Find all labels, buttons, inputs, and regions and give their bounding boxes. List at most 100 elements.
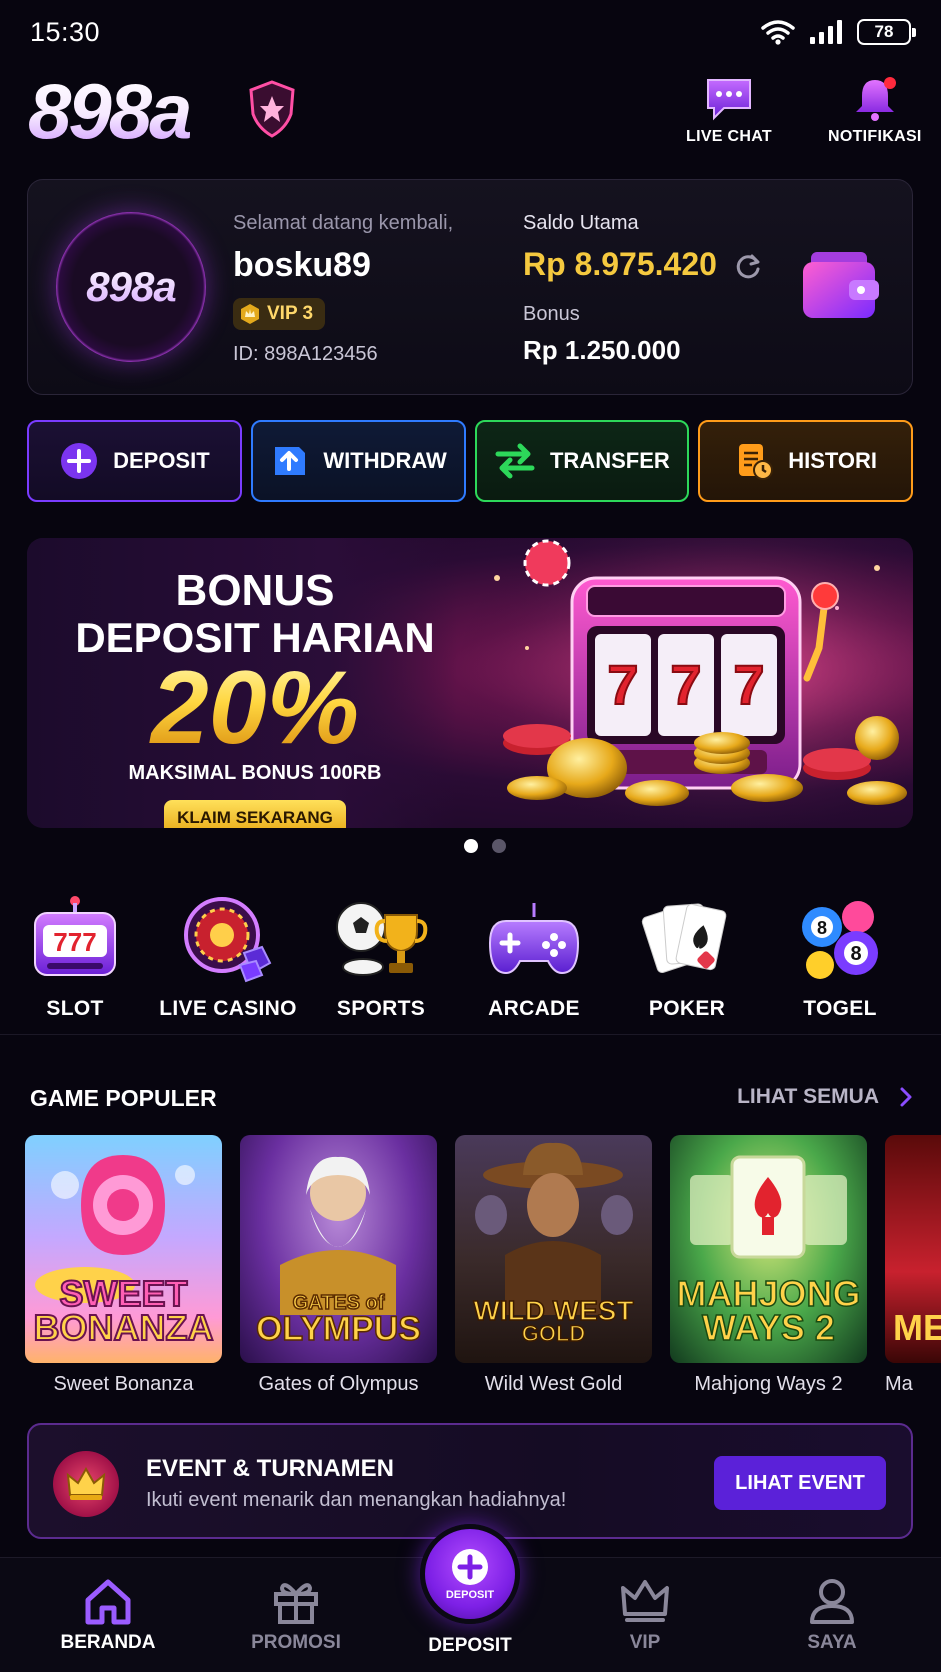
nav-home-label: BERANDA xyxy=(60,1632,156,1653)
banner-percent: 20% xyxy=(27,656,483,760)
withdraw-icon xyxy=(275,447,306,475)
promo-banner[interactable]: 7 7 7 BONUS DEPOSIT HARIAN 20% MAKSIMAL … xyxy=(27,538,913,828)
refresh-icon[interactable] xyxy=(733,252,763,282)
category-poker[interactable]: POKER xyxy=(612,895,762,1021)
game-card-partial[interactable]: ME Ma xyxy=(885,1135,941,1395)
battery-level: 78 xyxy=(874,22,894,41)
game-logo-line2: GOLD xyxy=(521,1321,586,1347)
gamepad-icon xyxy=(488,903,580,975)
nav-profile[interactable]: SAYA xyxy=(762,1576,902,1654)
user-id: ID: 898A123456 xyxy=(233,343,378,365)
vip-shield-icon xyxy=(249,80,295,138)
transfer-arrows-icon xyxy=(495,443,535,479)
svg-text:8: 8 xyxy=(817,918,827,938)
svg-text:7: 7 xyxy=(607,653,638,716)
game-logo: MAHJONG WAYS 2 xyxy=(670,1274,867,1346)
category-sports-label: SPORTS xyxy=(336,997,426,1020)
soccer-trophy-icon xyxy=(336,902,428,976)
crown-icon xyxy=(66,1467,106,1500)
gift-icon xyxy=(274,1583,318,1624)
game-name: Gates of Olympus xyxy=(258,1373,419,1395)
game-card-wild-west-gold[interactable]: WILD WEST GOLD Wild West Gold xyxy=(455,1135,652,1395)
status-icons: 78 xyxy=(761,19,916,45)
history-label: HISTORI xyxy=(788,448,878,473)
game-thumbnail: ME xyxy=(885,1135,941,1363)
plus-icon xyxy=(452,1549,488,1585)
section-title-popular: GAME POPULER xyxy=(30,1085,217,1111)
category-arcade-label: ARCADE xyxy=(488,997,580,1020)
game-logo-line2: OLYMPUS xyxy=(255,1309,422,1348)
game-card-sweet-bonanza[interactable]: SWEET BONANZA Sweet Bonanza xyxy=(25,1135,222,1395)
deposit-label: DEPOSIT xyxy=(113,448,210,473)
bell-icon xyxy=(855,77,896,121)
svg-text:777: 777 xyxy=(53,927,96,957)
game-card-mahjong-ways-2[interactable]: MAHJONG WAYS 2 Mahjong Ways 2 xyxy=(670,1135,867,1395)
action-buttons: DEPOSIT WITHDRAW TRANSFER HISTORI xyxy=(27,420,913,502)
game-thumbnail: WILD WEST GOLD xyxy=(455,1135,652,1363)
vip-badge[interactable]: VIP 3 xyxy=(233,298,326,330)
avatar-text: 898a xyxy=(86,263,176,310)
history-button[interactable]: HISTORI xyxy=(698,420,913,502)
nav-deposit-button[interactable]: DEPOSIT xyxy=(420,1524,520,1624)
game-name: Sweet Bonanza xyxy=(53,1373,194,1395)
svg-text:8: 8 xyxy=(850,943,861,965)
category-togel[interactable]: 8 8 TOGEL xyxy=(765,895,915,1021)
game-card-gates-of-olympus[interactable]: GATES of OLYMPUS Gates of Olympus xyxy=(240,1135,437,1395)
header: 898a LIVE CHAT NOTIFIKASI xyxy=(0,70,941,160)
nav-home[interactable]: BERANDA xyxy=(38,1576,178,1654)
history-document-icon xyxy=(739,444,774,480)
live-chat-button[interactable]: LIVE CHAT xyxy=(686,76,772,146)
status-time: 15:30 xyxy=(30,16,101,47)
category-slot[interactable]: 777 SLOT xyxy=(0,895,150,1021)
transfer-label: TRANSFER xyxy=(549,448,670,473)
game-logo-line1: SWEET xyxy=(58,1272,188,1314)
category-poker-label: POKER xyxy=(648,997,726,1020)
see-all-label: LIHAT SEMUA xyxy=(737,1085,879,1108)
nav-profile-label: SAYA xyxy=(807,1632,857,1653)
avatar[interactable]: 898a xyxy=(56,212,206,362)
category-slot-label: SLOT xyxy=(46,997,104,1020)
battery-icon: 78 xyxy=(857,19,916,45)
brand-logo[interactable]: 898a xyxy=(28,72,193,150)
username: bosku89 xyxy=(233,246,371,284)
live-chat-label: LIVE CHAT xyxy=(686,128,772,145)
wallet-icon[interactable] xyxy=(801,250,881,320)
deposit-button[interactable]: DEPOSIT xyxy=(27,420,242,502)
see-all-link[interactable]: LIHAT SEMUA xyxy=(737,1085,913,1109)
playing-cards-icon xyxy=(641,903,727,973)
popular-games-list: SWEET BONANZA Sweet Bonanza GATES of OLY… xyxy=(25,1135,941,1395)
bottom-navigation: BERANDA PROMOSI DEPOSIT DEPOSIT VIP SAYA xyxy=(0,1524,941,1672)
crown-icon xyxy=(241,304,259,324)
category-sports[interactable]: SPORTS xyxy=(306,895,456,1021)
category-arcade[interactable]: ARCADE xyxy=(459,895,609,1021)
nav-promo[interactable]: PROMOSI xyxy=(226,1576,366,1654)
game-logo: SWEET BONANZA xyxy=(25,1272,222,1346)
roulette-icon xyxy=(184,897,272,983)
pagination-dot-2[interactable] xyxy=(491,839,506,853)
svg-text:7: 7 xyxy=(733,653,764,716)
transfer-button[interactable]: TRANSFER xyxy=(474,420,690,502)
category-togel-label: TOGEL xyxy=(803,997,877,1020)
signal-icon xyxy=(810,20,842,44)
main-balance-value: Rp 8.975.420 xyxy=(523,246,717,282)
game-name: Ma xyxy=(885,1373,913,1395)
nav-vip[interactable]: VIP xyxy=(575,1576,715,1654)
status-bar: 15:30 78 xyxy=(0,0,941,64)
svg-text:7: 7 xyxy=(670,653,701,716)
nav-deposit-label: DEPOSIT xyxy=(428,1635,512,1656)
lottery-balls-icon: 8 8 xyxy=(802,901,878,979)
welcome-text: Selamat datang kembali, xyxy=(233,212,454,234)
view-event-button[interactable]: LIHAT EVENT xyxy=(714,1456,886,1510)
banner-pagination xyxy=(0,839,941,853)
claim-button[interactable]: KLAIM SEKARANG xyxy=(164,800,346,828)
pagination-dot-1[interactable] xyxy=(463,839,478,853)
bonus-label: Bonus xyxy=(523,303,580,325)
withdraw-button[interactable]: WITHDRAW xyxy=(250,420,466,502)
main-balance-label: Saldo Utama xyxy=(523,212,639,234)
user-icon xyxy=(810,1579,854,1624)
notification-button[interactable]: NOTIFIKASI xyxy=(828,76,922,146)
chat-icon xyxy=(706,79,751,121)
game-logo-line1: ME xyxy=(893,1306,941,1348)
category-live-casino[interactable]: LIVE CASINO xyxy=(153,895,303,1021)
chevron-right-icon xyxy=(900,1087,912,1107)
